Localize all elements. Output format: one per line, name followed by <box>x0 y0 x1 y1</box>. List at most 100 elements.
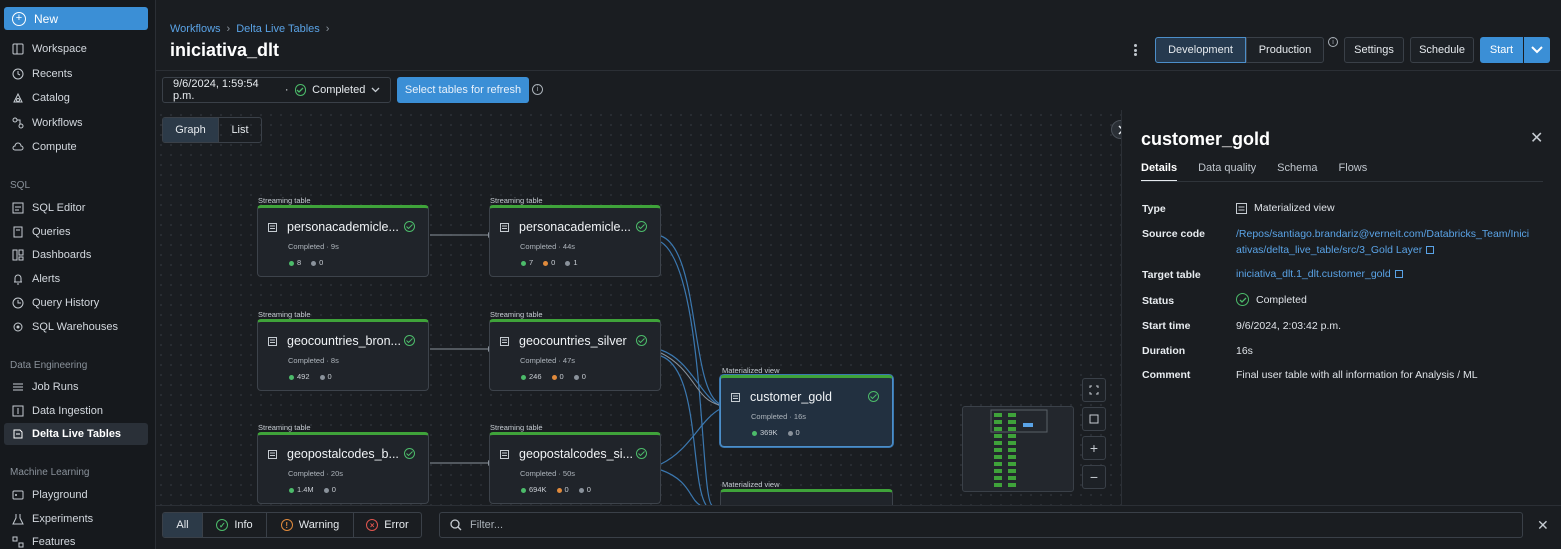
queries-icon <box>13 226 23 238</box>
graph-node[interactable]: geopostalcodes_b... Completed · 20s 1.4M… <box>257 432 429 504</box>
workspace-icon <box>12 43 24 55</box>
start-button[interactable]: Start <box>1480 37 1523 63</box>
sidebar-item-alerts[interactable]: Alerts <box>4 268 148 290</box>
sidebar-item-features[interactable]: Features <box>4 531 148 549</box>
sidebar-item-dashboards[interactable]: Dashboards <box>4 244 148 266</box>
detail-value-status: Completed <box>1236 293 1307 306</box>
check-circle-icon <box>404 335 415 346</box>
node-stats: 694K 0 0 <box>521 485 591 494</box>
run-selector[interactable]: 9/6/2024, 1:59:54 p.m. · Completed <box>162 77 391 103</box>
sidebar-item-workflows[interactable]: Workflows <box>4 112 148 134</box>
sidebar-item-sql-warehouses[interactable]: SQL Warehouses <box>4 316 148 338</box>
detail-label-start-time: Start time <box>1142 320 1191 332</box>
tab-data-quality[interactable]: Data quality <box>1198 162 1256 182</box>
sidebar-item-workspace[interactable]: Workspace <box>4 38 148 60</box>
log-level-filters: All ✓ Info ! Warning × Error <box>162 512 422 538</box>
source-code-link[interactable]: /Repos/santiago.brandariz@verneit.com/Da… <box>1236 226 1531 258</box>
zoom-in-icon[interactable]: + <box>1082 436 1106 460</box>
dashboards-icon <box>12 249 24 261</box>
node-type-label: Streaming table <box>490 196 543 205</box>
sidebar-item-catalog[interactable]: Catalog <box>4 87 148 109</box>
select-tables-for-refresh-button[interactable]: Select tables for refresh <box>397 77 529 103</box>
graph-node[interactable]: geocountries_silver Completed · 47s 246 … <box>489 319 661 391</box>
sidebar-item-playground[interactable]: Playground <box>4 484 148 506</box>
tab-graph[interactable]: Graph <box>163 118 219 142</box>
log-filter-input[interactable] <box>470 519 1370 531</box>
check-circle-icon: ✓ <box>216 519 229 531</box>
node-status: Completed · 47s <box>520 356 576 365</box>
node-name: personacademicle... <box>519 220 631 234</box>
tab-flows[interactable]: Flows <box>1339 162 1368 182</box>
clock-icon <box>12 68 24 80</box>
sidebar-item-sql-editor[interactable]: SQL Editor <box>4 197 148 219</box>
sidebar-item-compute[interactable]: Compute <box>4 136 148 158</box>
tab-details[interactable]: Details <box>1141 162 1178 182</box>
external-link-icon <box>1394 270 1403 279</box>
sidebar-item-recents[interactable]: Recents <box>4 63 148 85</box>
sidebar-section-sql: SQL <box>10 180 31 191</box>
sidebar-item-delta-live-tables[interactable]: Delta Live Tables <box>4 423 148 445</box>
sidebar-item-label: Dashboards <box>32 249 92 261</box>
zoom-out-icon[interactable]: − <box>1082 465 1106 489</box>
fullscreen-icon[interactable] <box>1082 407 1106 431</box>
node-name: personacademicle... <box>287 220 399 234</box>
sidebar-item-query-history[interactable]: Query History <box>4 292 148 314</box>
filter-error[interactable]: × Error <box>354 513 421 537</box>
graph-minimap[interactable] <box>962 406 1074 492</box>
run-time: 9/6/2024, 1:59:54 p.m. <box>173 78 259 102</box>
sidebar-section-data-engineering: Data Engineering <box>10 360 88 371</box>
filter-warning[interactable]: ! Warning <box>267 513 354 537</box>
stat-failed: 0 <box>787 428 800 437</box>
production-mode-button[interactable]: Production <box>1246 37 1324 63</box>
sidebar-item-label: Alerts <box>32 273 61 285</box>
info-icon[interactable]: i <box>532 84 543 95</box>
schedule-button[interactable]: Schedule <box>1410 37 1474 63</box>
sidebar-item-label: Features <box>32 536 76 548</box>
sidebar-item-label: SQL Warehouses <box>32 321 119 333</box>
kebab-menu-icon[interactable] <box>1130 42 1140 58</box>
new-button[interactable]: + New <box>4 7 148 30</box>
settings-button[interactable]: Settings <box>1344 37 1404 63</box>
sidebar-item-queries[interactable]: Queries <box>4 221 148 243</box>
node-name: geocountries_silver <box>519 334 627 348</box>
start-dropdown-button[interactable] <box>1524 37 1550 63</box>
sidebar-item-experiments[interactable]: Experiments <box>4 508 148 530</box>
stat-written: 492 <box>289 372 310 381</box>
table-icon <box>500 450 509 459</box>
tab-schema[interactable]: Schema <box>1277 162 1317 182</box>
search-icon <box>450 519 462 531</box>
stat-warning: 0 <box>543 258 555 267</box>
filter-info[interactable]: ✓ Info <box>203 513 267 537</box>
sidebar-item-label: Data Ingestion <box>32 405 103 417</box>
playground-icon <box>12 490 24 500</box>
chevron-down-icon <box>1531 46 1543 54</box>
target-table-link[interactable]: iniciativa_dlt.1_dlt.customer_gold <box>1236 266 1403 282</box>
graph-node-customer-gold[interactable]: customer_gold Completed · 16s 369K 0 <box>720 375 893 447</box>
info-icon[interactable]: i <box>1328 37 1338 47</box>
breadcrumb-delta-live-tables[interactable]: Delta Live Tables <box>236 23 320 35</box>
fit-view-icon[interactable] <box>1082 378 1106 402</box>
development-mode-button[interactable]: Development <box>1155 37 1246 63</box>
graph-node[interactable]: personacademicle... Completed · 9s 8 0 <box>257 205 429 277</box>
graph-node[interactable]: geocountries_bron... Completed · 8s 492 … <box>257 319 429 391</box>
check-circle-icon <box>636 221 647 232</box>
breadcrumb-workflows[interactable]: Workflows <box>170 23 221 35</box>
header-divider <box>156 70 1561 71</box>
close-icon[interactable]: ✕ <box>1530 128 1543 148</box>
sidebar-item-data-ingestion[interactable]: Data Ingestion <box>4 400 148 422</box>
sidebar: + New Workspace Recents Catalog Workflow… <box>0 0 156 549</box>
new-button-label: New <box>34 11 59 26</box>
graph-node[interactable]: geopostalcodes_si... Completed · 50s 694… <box>489 432 661 504</box>
log-filter-field[interactable] <box>439 512 1523 538</box>
detail-value-start-time: 9/6/2024, 2:03:42 p.m. <box>1236 320 1342 332</box>
graph-node[interactable] <box>720 489 893 505</box>
tab-list[interactable]: List <box>219 118 261 142</box>
filter-all[interactable]: All <box>163 513 203 537</box>
history-icon <box>12 297 24 309</box>
sidebar-item-job-runs[interactable]: Job Runs <box>4 376 148 398</box>
close-icon[interactable]: ✕ <box>1537 517 1549 534</box>
graph-node[interactable]: personacademicle... Completed · 44s 7 0 … <box>489 205 661 277</box>
sidebar-item-label: Delta Live Tables <box>32 428 122 440</box>
stat-warning: 0 <box>556 485 569 494</box>
detail-label-target-table: Target table <box>1142 269 1201 281</box>
